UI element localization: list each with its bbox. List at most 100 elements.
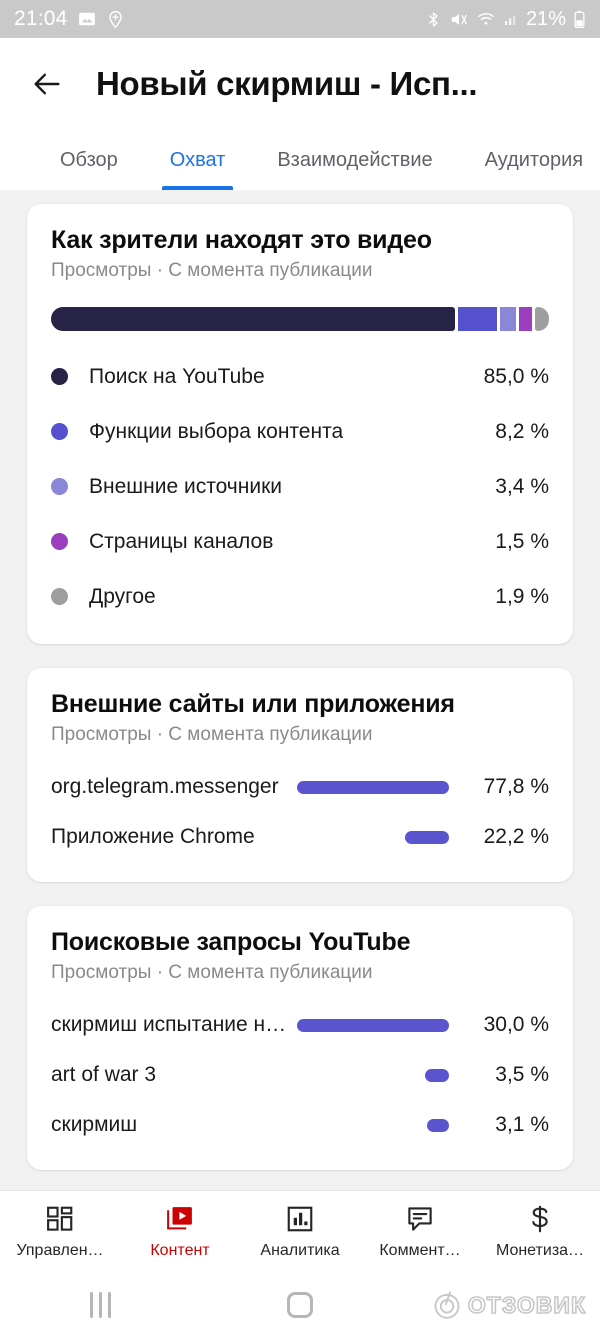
nav-item-content[interactable]: Контент — [120, 1204, 240, 1260]
legend-label: Другое — [89, 584, 156, 608]
card-subtitle: Просмотры · С момента публикации — [51, 260, 373, 281]
stacked-segment — [51, 307, 456, 331]
bar-row[interactable]: Приложение Chrome 22,2 % — [51, 812, 549, 862]
signal-icon — [503, 10, 519, 28]
back-arrow-icon — [34, 73, 60, 95]
status-bar-left: 21:04 — [14, 7, 125, 31]
card-title: Внешние сайты или приложения — [51, 690, 455, 718]
comment-icon — [405, 1204, 435, 1234]
bar-row-label: Приложение Chrome — [51, 825, 255, 848]
phone-screen: 21:04 21% Новый скирмиш - Исп... Обзор О… — [0, 0, 600, 1338]
status-time: 21:04 — [14, 7, 68, 30]
recents-button[interactable] — [60, 1292, 140, 1318]
site-watermark: ОТЗОВИК — [432, 1290, 586, 1320]
bar-fill — [427, 1118, 449, 1132]
card-title: Как зрители находят это видео — [51, 226, 432, 254]
video-stack-icon — [165, 1204, 195, 1234]
legend-value: 3,4 % — [495, 474, 549, 498]
legend-item[interactable]: Другое 1,9 % — [51, 569, 549, 624]
home-button[interactable] — [260, 1292, 340, 1318]
bar-row-value: 77,8 % — [483, 775, 549, 798]
bar-row-list: скирмиш испытание н… 30,0 % art of war 3… — [51, 1000, 549, 1150]
legend-label: Поиск на YouTube — [89, 364, 265, 388]
stacked-segment — [458, 307, 498, 331]
nav-label: Аналитика — [260, 1241, 340, 1259]
legend-color-dot — [51, 588, 68, 605]
nav-item-comments[interactable]: Коммент… — [360, 1204, 480, 1260]
wifi-icon — [476, 10, 496, 28]
tab-auditoriya[interactable]: Аудитория — [459, 130, 600, 190]
back-button[interactable] — [24, 61, 70, 107]
page-title: Новый скирмиш - Исп... — [96, 65, 478, 102]
dollar-icon — [525, 1204, 555, 1234]
bar-row[interactable]: скирмиш 3,1 % — [51, 1100, 549, 1150]
card-search-terms: Поисковые запросы YouTube Просмотры · С … — [27, 906, 573, 1170]
analytics-scroll-area[interactable]: Как зрители находят это видео Просмотры … — [0, 190, 600, 1190]
bar-fill — [425, 1068, 449, 1082]
bar-row[interactable]: скирмиш испытание н… 30,0 % — [51, 1000, 549, 1050]
nav-item-analytics[interactable]: Аналитика — [240, 1204, 360, 1260]
legend-color-dot — [51, 423, 68, 440]
stacked-segment — [519, 307, 532, 331]
watermark-logo-icon — [434, 1291, 460, 1319]
tab-obzor[interactable]: Обзор — [34, 130, 144, 190]
tab-vzaimodeystvie[interactable]: Взаимодействие — [251, 130, 458, 190]
bar-row[interactable]: art of war 3 3,5 % — [51, 1050, 549, 1100]
legend-color-dot — [51, 478, 68, 495]
legend-item[interactable]: Функции выбора контента 8,2 % — [51, 404, 549, 459]
bar-row-track — [255, 830, 461, 844]
bar-row-track — [279, 780, 461, 794]
legend-value: 85,0 % — [483, 364, 549, 388]
nav-label: Коммент… — [379, 1241, 461, 1259]
legend-item[interactable]: Страницы каналов 1,5 % — [51, 514, 549, 569]
battery-percent: 21% — [525, 7, 566, 30]
stacked-segment — [500, 307, 517, 331]
legend-item[interactable]: Внешние источники 3,4 % — [51, 459, 549, 514]
legend-list: Поиск на YouTube 85,0 % Функции выбора к… — [51, 349, 549, 624]
status-bar: 21:04 21% — [0, 0, 600, 38]
nav-item-monetization[interactable]: Монетиза… — [480, 1204, 600, 1260]
app-bar: Новый скирмиш - Исп... — [0, 38, 600, 130]
bar-chart-icon — [285, 1204, 315, 1234]
legend-color-dot — [51, 368, 68, 385]
bar-fill — [405, 830, 449, 844]
bar-row-label: org.telegram.messenger — [51, 775, 279, 798]
legend-color-dot — [51, 533, 68, 550]
bar-row-value: 30,0 % — [483, 1013, 549, 1036]
bar-row-value: 3,1 % — [495, 1113, 549, 1136]
bluetooth-icon — [425, 10, 442, 29]
stacked-segment — [534, 307, 549, 331]
legend-item[interactable]: Поиск на YouTube 85,0 % — [51, 349, 549, 404]
card-subtitle: Просмотры · С момента публикации — [51, 962, 373, 983]
status-bar-right: 21% — [425, 8, 586, 31]
legend-label: Внешние источники — [89, 474, 282, 498]
legend-value: 1,5 % — [495, 529, 549, 553]
photo-icon — [77, 9, 97, 29]
dashboard-icon — [45, 1204, 75, 1234]
nav-label: Контент — [150, 1241, 210, 1259]
bar-row-label: скирмиш — [51, 1113, 138, 1136]
card-subtitle: Просмотры · С момента публикации — [51, 724, 373, 745]
bar-row-list: org.telegram.messenger 77,8 % Приложение… — [51, 762, 549, 862]
bar-fill — [297, 1018, 449, 1032]
system-navigation-bar: ОТЗОВИК — [0, 1272, 600, 1338]
bar-row-track — [137, 1118, 461, 1132]
home-icon — [287, 1292, 313, 1318]
legend-label: Функции выбора контента — [89, 419, 344, 443]
recents-icon — [89, 1292, 111, 1318]
bar-fill — [297, 780, 449, 794]
mute-icon — [449, 10, 469, 29]
bar-row-track — [156, 1068, 461, 1082]
location-add-icon — [106, 10, 125, 29]
bottom-navigation: Управлен… Контент Аналитика Коммент… Мон… — [0, 1190, 600, 1272]
tab-bar: Обзор Охват Взаимодействие Аудитория — [0, 130, 600, 190]
bar-row-value: 3,5 % — [495, 1063, 549, 1086]
tab-ohvat[interactable]: Охват — [144, 130, 252, 190]
nav-item-dashboard[interactable]: Управлен… — [0, 1204, 120, 1260]
nav-label: Монетиза… — [495, 1241, 585, 1259]
nav-label: Управлен… — [16, 1241, 104, 1259]
bar-row-track — [286, 1018, 461, 1032]
bar-row[interactable]: org.telegram.messenger 77,8 % — [51, 762, 549, 812]
bar-row-label: art of war 3 — [51, 1063, 157, 1086]
watermark-text: ОТЗОВИК — [467, 1291, 586, 1319]
